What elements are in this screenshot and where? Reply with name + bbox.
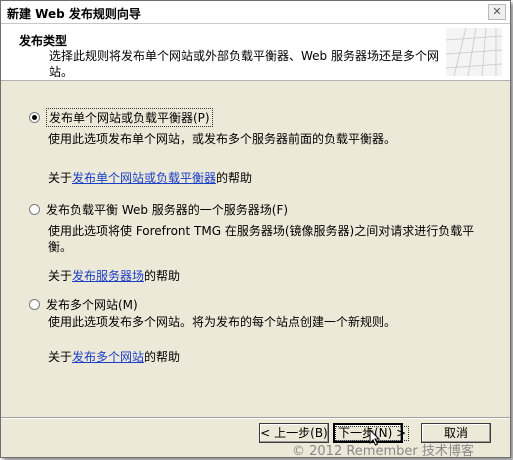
radio-button[interactable] bbox=[29, 203, 40, 215]
radio-multiple-sites[interactable]: 发布多个网站(M) bbox=[29, 296, 489, 312]
radio-server-farm[interactable]: 发布负载平衡 Web 服务器的一个服务器场(F) bbox=[29, 201, 489, 217]
option-description: 使用此选项将使 Forefront TMG 在服务器场(镜像服务器)之间对请求进… bbox=[48, 224, 475, 254]
help-line: 关于发布多个网站的帮助 bbox=[48, 348, 180, 365]
window-title: 新建 Web 发布规则向导 bbox=[7, 7, 141, 21]
help-prefix: 关于 bbox=[48, 171, 73, 185]
close-button[interactable]: ✕ bbox=[488, 4, 506, 20]
help-link-single-site[interactable]: 发布单个网站或负载平衡器 bbox=[72, 171, 216, 185]
help-line: 关于发布单个网站或负载平衡器的帮助 bbox=[48, 169, 252, 186]
help-prefix: 关于 bbox=[48, 269, 73, 283]
wizard-header: 发布类型 选择此规则将发布单个网站或外部负载平衡器、Web 服务器场还是多个网站… bbox=[1, 24, 510, 81]
option-single-site: 发布单个网站或负载平衡器(P) 使用此选项发布单个网站，或发布多个服务器前面的负… bbox=[29, 107, 489, 185]
button-separator bbox=[1, 417, 510, 419]
help-suffix: 的帮助 bbox=[144, 269, 181, 283]
radio-button[interactable] bbox=[29, 298, 40, 310]
title-bar: 新建 Web 发布规则向导 ✕ bbox=[1, 1, 510, 24]
help-prefix: 关于 bbox=[48, 350, 73, 364]
option-multiple-sites: 发布多个网站(M) 使用此选项发布多个网站。将为发布的每个站点创建一个新规则。 … bbox=[29, 296, 489, 364]
option-label[interactable]: 发布单个网站或负载平衡器(P) bbox=[46, 107, 213, 127]
page-description: 选择此规则将发布单个网站或外部负载平衡器、Web 服务器场还是多个网站。 bbox=[49, 49, 439, 79]
option-label[interactable]: 发布负载平衡 Web 服务器的一个服务器场(F) bbox=[46, 201, 288, 218]
help-link-server-farm[interactable]: 发布服务器场 bbox=[72, 269, 144, 283]
help-suffix: 的帮助 bbox=[144, 350, 181, 364]
help-link-multiple-sites[interactable]: 发布多个网站 bbox=[72, 350, 144, 364]
option-description: 使用此选项发布单个网站，或发布多个服务器前面的负载平衡器。 bbox=[48, 132, 397, 146]
watermark-text: © 2012 Remember 技术博客 bbox=[292, 444, 474, 459]
option-description: 使用此选项发布多个网站。将为发布的每个站点创建一个新规则。 bbox=[48, 315, 397, 329]
radio-single-site[interactable]: 发布单个网站或负载平衡器(P) bbox=[29, 107, 489, 127]
wizard-banner-icon bbox=[446, 28, 502, 76]
option-label[interactable]: 发布多个网站(M) bbox=[46, 296, 138, 313]
radio-button-checked[interactable] bbox=[29, 111, 40, 123]
help-suffix: 的帮助 bbox=[216, 171, 253, 185]
help-line: 关于发布服务器场的帮助 bbox=[48, 267, 180, 284]
option-server-farm: 发布负载平衡 Web 服务器的一个服务器场(F) 使用此选项将使 Forefro… bbox=[29, 201, 489, 283]
wizard-window: 新建 Web 发布规则向导 ✕ 发布类型 选择此规则将发布单个网站或外部负载平衡… bbox=[0, 0, 511, 458]
page-title: 发布类型 bbox=[19, 34, 68, 48]
